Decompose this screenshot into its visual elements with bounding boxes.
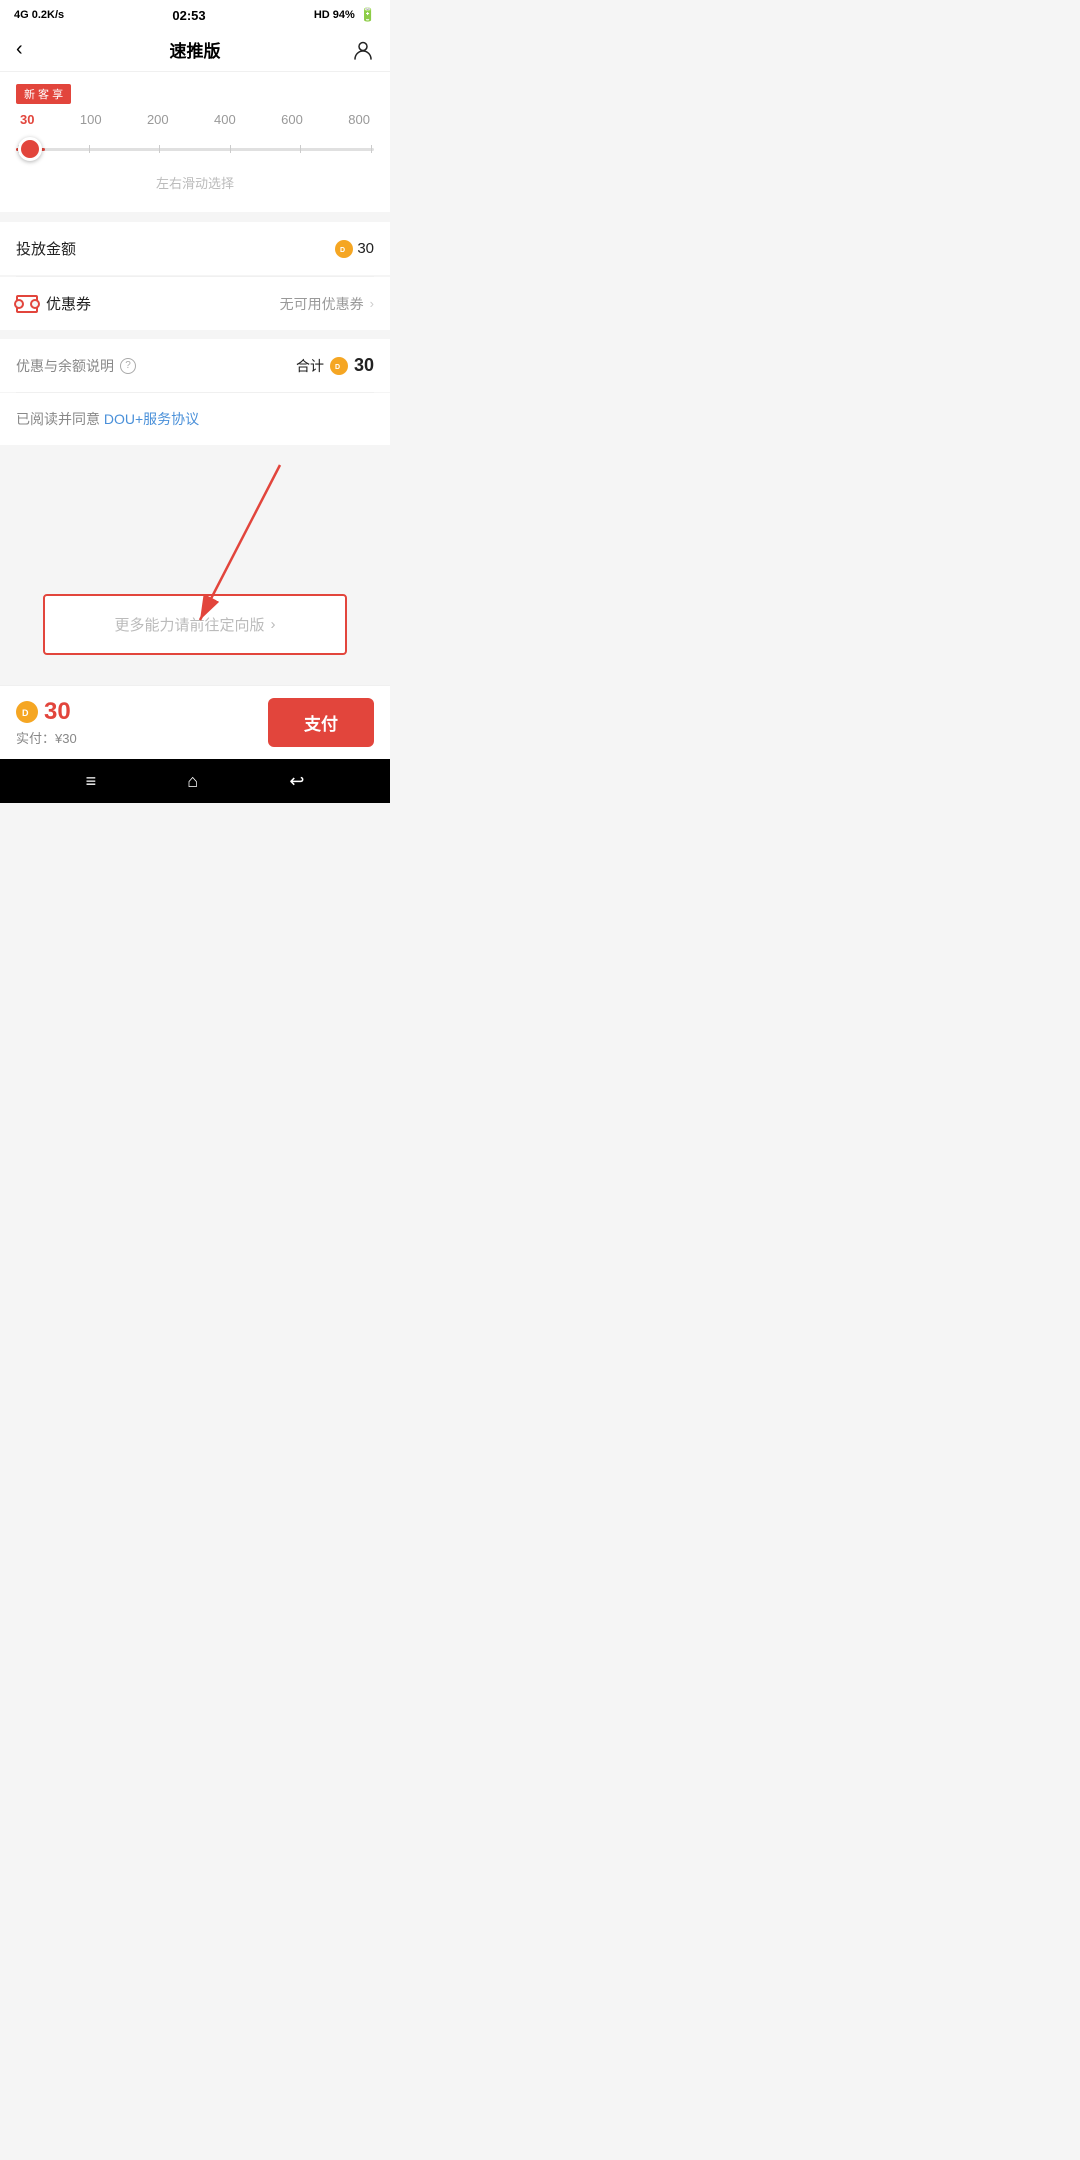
main-content: 新 客 享 30 100 200 400 600 800: [0, 72, 390, 685]
agreement-prefix: 已阅读并同意: [16, 411, 104, 427]
svg-text:D: D: [340, 247, 345, 254]
summary-discount-label: 优惠与余额说明: [16, 356, 114, 376]
summary-right: 合计 D 30: [296, 355, 374, 376]
coupon-text: 优惠券: [46, 293, 91, 314]
battery-icon: 🔋: [360, 7, 376, 23]
status-icons: HD 94%: [314, 9, 355, 21]
help-icon[interactable]: ?: [120, 358, 136, 374]
dash-5: [300, 145, 301, 153]
coupon-label: 优惠券: [16, 293, 91, 314]
slider-label-30: 30: [20, 112, 34, 127]
slider-label-600: 600: [281, 112, 303, 127]
menu-button[interactable]: ≡: [86, 771, 97, 792]
amount-value: D 30: [335, 240, 374, 258]
agreement-link[interactable]: DOU+服务协议: [104, 411, 199, 427]
total-label: 合计: [296, 356, 324, 376]
person-icon: [352, 39, 374, 61]
status-left: 4G 0.2K/s: [14, 9, 64, 21]
coupon-icon: [16, 295, 38, 313]
system-nav: ≡ ⌂ ↩: [0, 759, 390, 803]
dash-4: [230, 145, 231, 153]
dou-icon: D: [339, 244, 349, 254]
price-row: D 30: [16, 698, 77, 726]
coupon-chevron-icon: ›: [370, 296, 374, 311]
amount-row: 投放金额 D 30: [0, 222, 390, 275]
dash-6: [371, 145, 372, 153]
bottom-amount: 30: [44, 698, 71, 726]
amount-number: 30: [357, 240, 374, 257]
actual-price: 实付：¥30: [16, 728, 77, 747]
arrow-annotation-area: 更多能力请前往定向版 ›: [0, 445, 390, 665]
slider-label-100: 100: [80, 112, 102, 127]
nav-bar: ‹ 速推版: [0, 28, 390, 72]
coupon-row[interactable]: 优惠券 无可用优惠券 ›: [0, 277, 390, 330]
user-button[interactable]: [342, 39, 374, 61]
back-button[interactable]: ‹: [16, 38, 48, 61]
slider-dashes: [16, 145, 374, 153]
dash-3: [159, 145, 160, 153]
redirect-chevron-icon: ›: [271, 616, 276, 633]
slider-labels: 30 100 200 400 600 800: [16, 112, 374, 127]
total-amount: 30: [354, 355, 374, 376]
pay-button[interactable]: 支付: [268, 698, 374, 747]
status-bar: 4G 0.2K/s 02:53 HD 94% 🔋: [0, 0, 390, 28]
coupon-value: 无可用优惠券 ›: [280, 294, 374, 314]
status-right: HD 94% 🔋: [314, 7, 376, 23]
redirect-label: 更多能力请前往定向版: [114, 614, 264, 635]
coin-icon: D: [335, 240, 353, 258]
home-button[interactable]: ⌂: [187, 771, 198, 792]
section-divider: [0, 331, 390, 339]
slider-hint: 左右滑动选择: [16, 173, 374, 192]
new-user-badge: 新 客 享: [16, 84, 71, 104]
slider-label-400: 400: [214, 112, 236, 127]
slider-control[interactable]: [16, 135, 374, 163]
bottom-spacer: [0, 665, 390, 685]
network-signal: 4G 0.2K/s: [14, 9, 64, 21]
summary-left: 优惠与余额说明 ?: [16, 356, 136, 376]
slider-section: 新 客 享 30 100 200 400 600 800: [0, 72, 390, 212]
slider-track: [16, 148, 374, 151]
dou-icon-2: D: [334, 361, 344, 371]
slider-label-200: 200: [147, 112, 169, 127]
total-coin-icon: D: [330, 357, 348, 375]
bottom-bar: D 30 实付：¥30 支付: [0, 685, 390, 759]
back-nav-button[interactable]: ↩: [289, 771, 304, 792]
dou-bottom-icon: D: [21, 706, 33, 718]
price-info: D 30 实付：¥30: [16, 698, 77, 747]
agreement-row: 已阅读并同意 DOU+服务协议: [0, 393, 390, 445]
page-title: 速推版: [170, 37, 221, 62]
svg-text:D: D: [22, 708, 29, 718]
dash-2: [89, 145, 90, 153]
slider-thumb[interactable]: [18, 137, 42, 161]
svg-text:D: D: [335, 364, 340, 371]
amount-label: 投放金额: [16, 238, 76, 259]
redirect-button[interactable]: 更多能力请前往定向版 ›: [43, 594, 347, 655]
bottom-coin-icon: D: [16, 701, 38, 723]
summary-row: 优惠与余额说明 ? 合计 D 30: [0, 339, 390, 392]
coupon-status: 无可用优惠券: [280, 294, 364, 314]
slider-label-800: 800: [348, 112, 370, 127]
status-time: 02:53: [172, 8, 205, 23]
